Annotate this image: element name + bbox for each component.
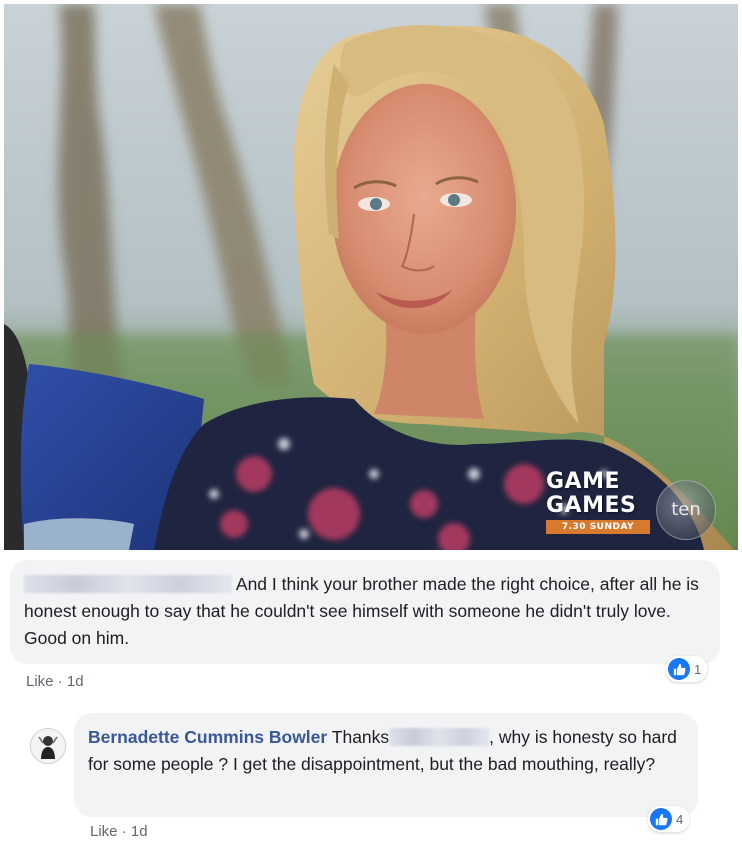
thumbs-up-icon [650,808,672,830]
separator: · [121,823,127,840]
reply-actions: Like · 1d [90,823,148,840]
air-time-badge: 7.30 SUNDAY [546,520,650,534]
comment-text: And I think your brother made the right … [24,571,714,652]
timestamp[interactable]: 1d [67,673,84,690]
separator: · [57,673,63,690]
redacted-author-name[interactable] [24,575,232,593]
reply-text: Bernadette Cummins Bowler Thanks, why is… [88,724,692,778]
show-logo-overlay: GAME GAMES 7.30 SUNDAY ten [540,470,730,544]
author-name[interactable]: Bernadette Cummins Bowler [88,727,327,747]
comment-actions: Like · 1d [26,673,84,690]
thumbs-up-icon [668,658,690,680]
network-logo-text: ten [671,499,701,520]
show-title-line1: GAME [546,469,621,494]
comment-bubble: And I think your brother made the right … [10,560,720,664]
like-link[interactable]: Like [90,823,118,840]
avatar[interactable] [30,728,66,764]
show-title-line2: GAMES [546,493,637,518]
timestamp[interactable]: 1d [131,823,148,840]
reaction-count-badge[interactable]: 4 [648,806,690,832]
reply-bubble: Bernadette Cummins Bowler Thanks, why is… [74,713,698,817]
video-still: GAME GAMES 7.30 SUNDAY ten [4,4,738,550]
reaction-count: 1 [694,661,702,677]
tv-scene-image [4,4,738,550]
reaction-count: 4 [676,811,684,827]
network-logo: ten [656,480,716,540]
reaction-count-badge[interactable]: 1 [666,656,708,682]
profile-picture-icon [31,729,65,763]
like-link[interactable]: Like [26,673,54,690]
show-title: GAME GAMES [546,470,636,518]
reply-body-start: Thanks [331,727,390,747]
redacted-mention[interactable] [389,728,490,746]
